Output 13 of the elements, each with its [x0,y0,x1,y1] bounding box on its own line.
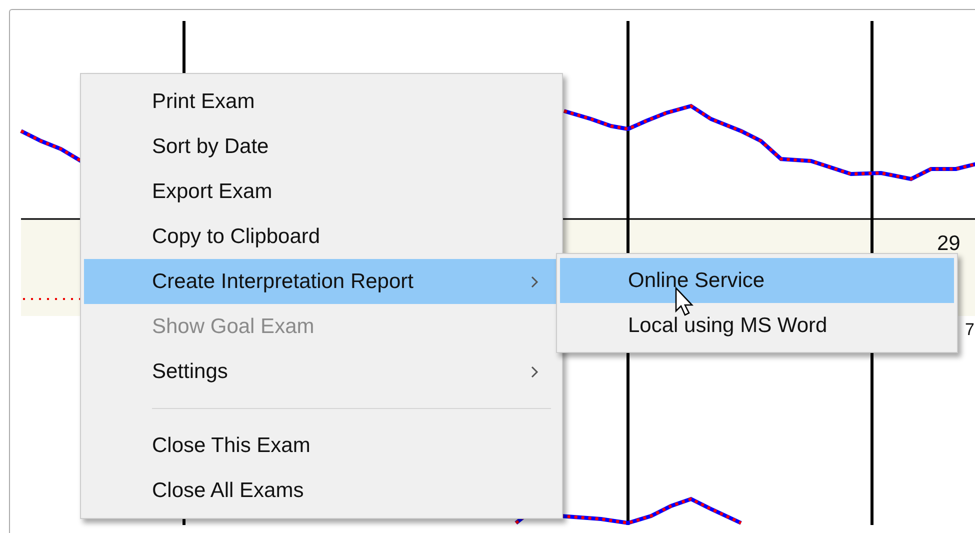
mouse-pointer-icon [675,287,695,317]
menu-item[interactable]: Close This Exam [84,423,559,468]
menu-item[interactable]: Print Exam [84,79,559,124]
menu-item[interactable]: Close All Exams [84,468,559,513]
menu-item[interactable]: Create Interpretation Report [84,259,559,304]
axis-value: 29 [937,232,960,256]
menu-item[interactable]: Local using MS Word [560,303,954,348]
axis-value: 7 [965,320,974,340]
menu-item[interactable]: Sort by Date [84,124,559,169]
menu-item[interactable]: Settings [84,349,559,394]
menu-item[interactable]: Copy to Clipboard [84,214,559,259]
menu-item[interactable]: Export Exam [84,169,559,214]
menu-item[interactable]: Online Service [560,258,954,303]
